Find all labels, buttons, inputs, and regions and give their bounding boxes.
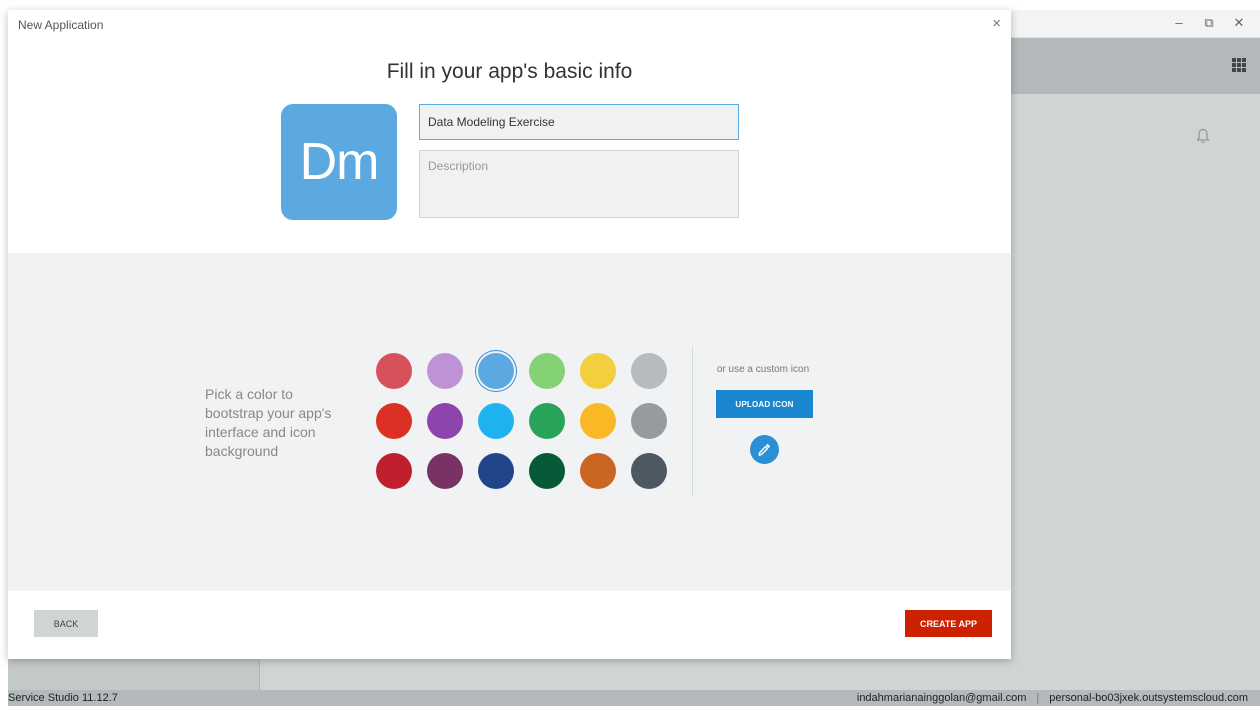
- color-swatch[interactable]: [529, 403, 565, 439]
- status-email: indahmarianainggolan@gmail.com: [856, 692, 1027, 704]
- apps-grid-icon[interactable]: [1232, 58, 1246, 72]
- color-swatch[interactable]: [580, 403, 616, 439]
- color-swatch[interactable]: [478, 453, 514, 489]
- status-environment: personal-bo03jxek.outsystemscloud.com: [1049, 692, 1248, 704]
- color-swatch[interactable]: [631, 403, 667, 439]
- color-swatch-grid: [376, 353, 667, 489]
- color-swatch[interactable]: [529, 453, 565, 489]
- color-swatch[interactable]: [478, 403, 514, 439]
- upload-icon-button[interactable]: UPLOAD ICON: [716, 390, 813, 418]
- dialog-title: New Application: [18, 18, 104, 32]
- page-title: Fill in your app's basic info: [386, 60, 633, 83]
- status-separator: |: [1036, 692, 1040, 704]
- app-icon-initials: Dm: [299, 133, 380, 191]
- color-swatch[interactable]: [376, 453, 412, 489]
- color-section: Pick a color to bootstrap your app's int…: [8, 253, 1011, 591]
- status-right-group: indahmarianainggolan@gmail.com | persona…: [857, 690, 1248, 706]
- color-swatch[interactable]: [631, 453, 667, 489]
- eyedropper-icon: [758, 443, 771, 456]
- new-application-dialog: New Application × Fill in your app's bas…: [8, 10, 1011, 659]
- color-picker-button[interactable]: [750, 435, 779, 464]
- color-swatch[interactable]: [376, 403, 412, 439]
- restore-button[interactable]: ⧉: [1202, 15, 1216, 31]
- custom-icon-label: or use a custom icon: [716, 364, 810, 375]
- color-swatch[interactable]: [376, 353, 412, 389]
- close-window-button[interactable]: ✕: [1232, 15, 1246, 31]
- color-hint-text: Pick a color to bootstrap your app's int…: [205, 386, 332, 459]
- color-swatch[interactable]: [580, 453, 616, 489]
- app-name-input[interactable]: [419, 104, 739, 140]
- back-button[interactable]: BACK: [34, 610, 98, 637]
- status-version: Service Studio 11.12.7: [8, 692, 118, 704]
- color-swatch[interactable]: [427, 403, 463, 439]
- bell-icon[interactable]: [1196, 128, 1210, 144]
- color-swatch[interactable]: [427, 453, 463, 489]
- status-bar: Service Studio 11.12.7 indahmarianainggo…: [8, 690, 1260, 706]
- color-swatch[interactable]: [478, 353, 514, 389]
- minimize-button[interactable]: –: [1172, 15, 1186, 31]
- app-icon-preview: Dm: [281, 104, 397, 220]
- create-app-button[interactable]: CREATE APP: [905, 610, 992, 637]
- description-input[interactable]: [419, 150, 739, 218]
- color-swatch[interactable]: [427, 353, 463, 389]
- close-dialog-button[interactable]: ×: [992, 15, 1001, 33]
- color-swatch[interactable]: [580, 353, 616, 389]
- section-divider: [692, 346, 693, 496]
- window-controls: – ⧉ ✕: [1172, 15, 1246, 31]
- color-swatch[interactable]: [529, 353, 565, 389]
- color-swatch[interactable]: [631, 353, 667, 389]
